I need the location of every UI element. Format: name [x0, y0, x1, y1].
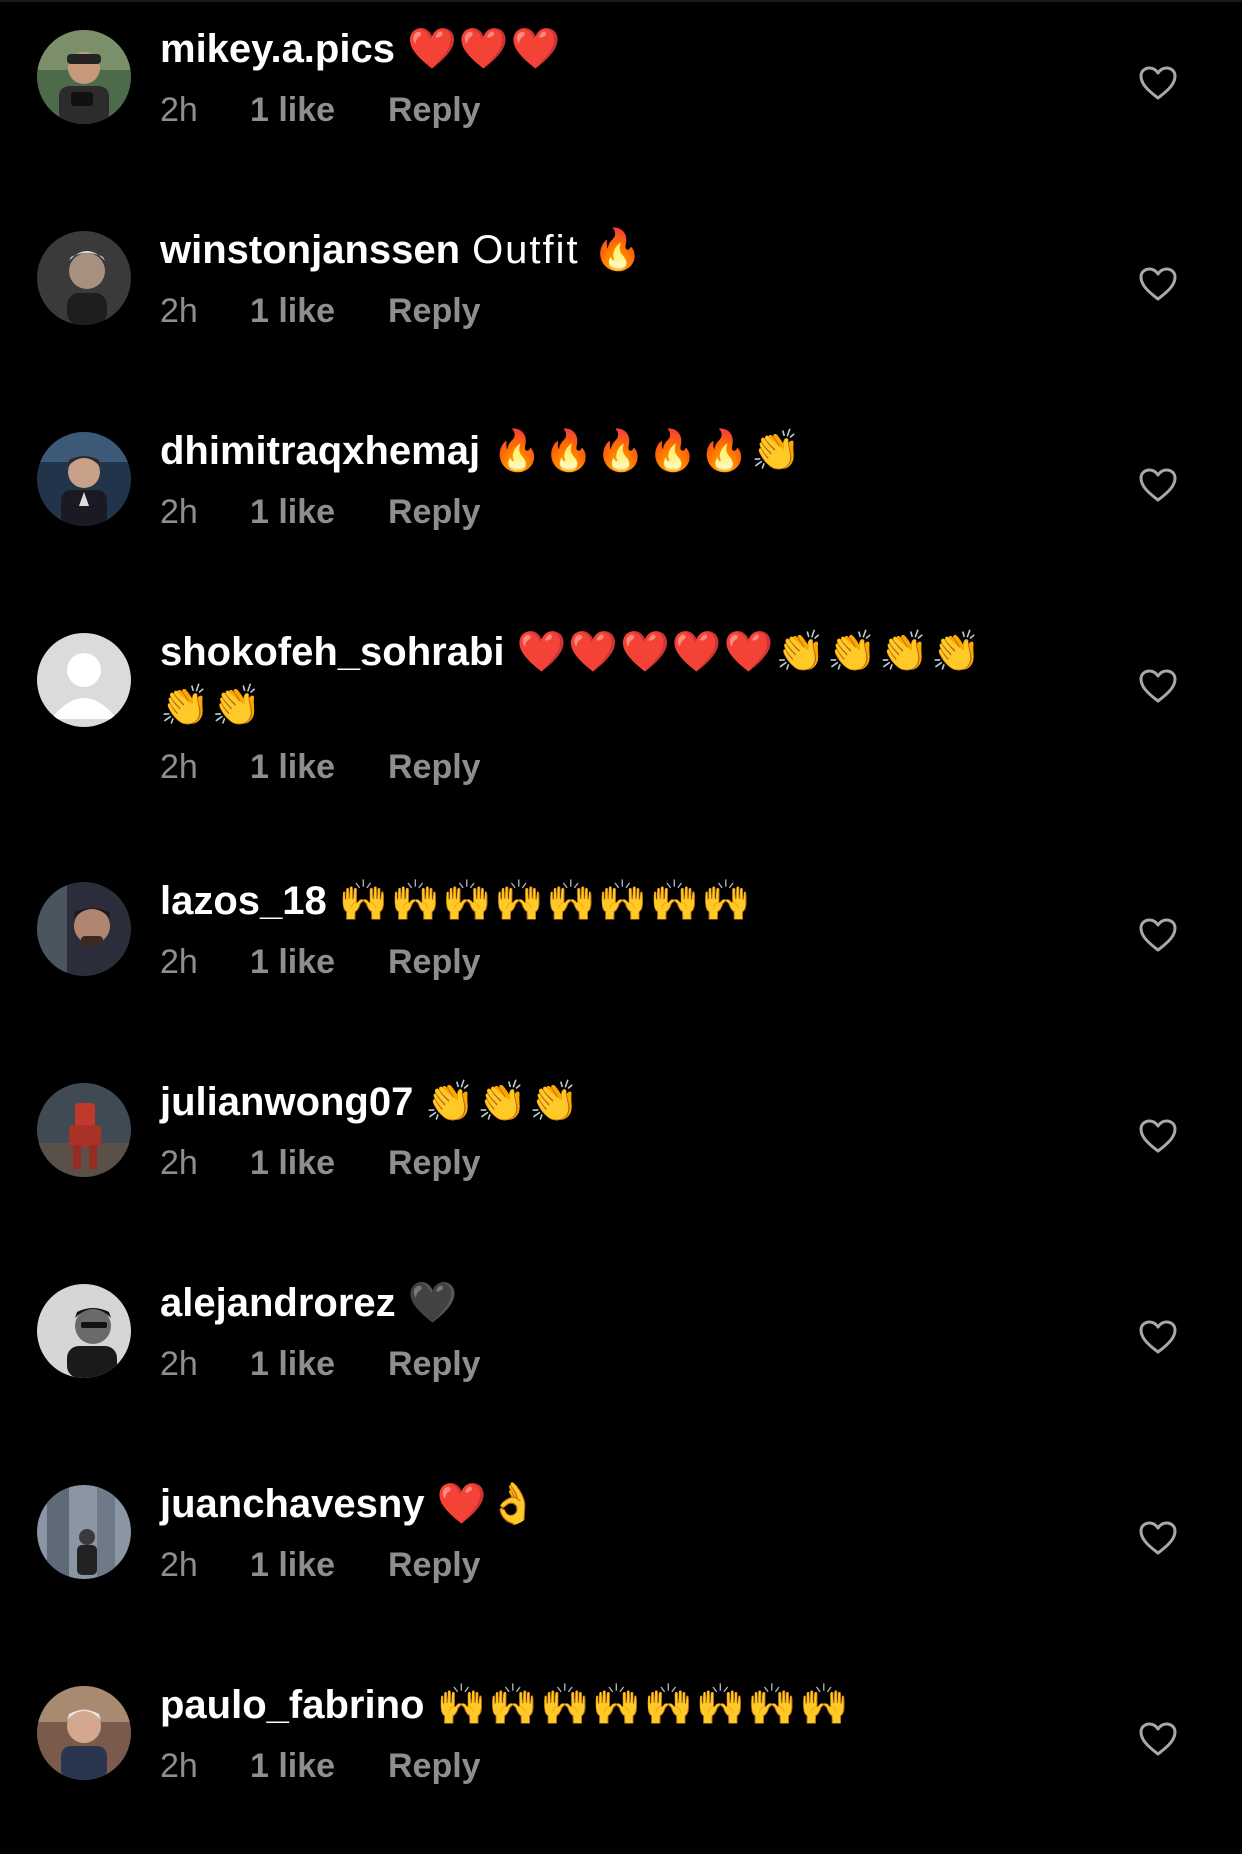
comment-text: 🙌🙌🙌🙌🙌🙌🙌🙌 [436, 1683, 851, 1727]
avatar[interactable] [37, 882, 131, 976]
comment-text-continued: 👏👏 [160, 684, 264, 728]
reply-button[interactable]: Reply [388, 747, 481, 787]
comment-like-count[interactable]: 1 like [250, 1746, 388, 1786]
comment-username[interactable]: alejandrorez [160, 1281, 396, 1325]
comment-timestamp: 2h [160, 493, 198, 531]
heart-outline-icon[interactable] [1138, 1721, 1178, 1757]
comment-username[interactable]: dhimitraqxhemaj [160, 429, 480, 473]
comment-timestamp: 2h [160, 1345, 198, 1383]
comment-text: ❤️❤️❤️❤️❤️👏👏👏👏 [516, 630, 983, 674]
comment-like-count[interactable]: 1 like [250, 1143, 388, 1183]
comment-timestamp: 2h [160, 292, 198, 330]
avatar[interactable] [37, 1284, 131, 1378]
comment-text: ❤️❤️❤️ [406, 27, 563, 71]
comment-like-count[interactable]: 1 like [250, 1545, 388, 1585]
comment-like-count[interactable]: 1 like [250, 1344, 388, 1384]
comment-text: Outfit 🔥 [472, 228, 645, 272]
avatar[interactable] [37, 231, 131, 325]
person-silhouette-icon[interactable] [37, 633, 131, 727]
comment-username[interactable]: juanchavesny [160, 1482, 425, 1526]
comment-timestamp: 2h [160, 748, 198, 786]
comment-timestamp: 2h [160, 91, 198, 129]
comment-text: 🔥🔥🔥🔥🔥👏 [492, 429, 803, 473]
reply-button[interactable]: Reply [388, 1344, 481, 1384]
heart-outline-icon[interactable] [1138, 467, 1178, 503]
comment-like-count[interactable]: 1 like [250, 291, 388, 331]
reply-button[interactable]: Reply [388, 1545, 481, 1585]
comment-text: 🙌🙌🙌🙌🙌🙌🙌🙌 [338, 879, 754, 923]
heart-outline-icon[interactable] [1138, 65, 1178, 101]
comment-like-count[interactable]: 1 like [250, 492, 388, 532]
comment-timestamp: 2h [160, 1144, 198, 1182]
reply-button[interactable]: Reply [388, 1746, 481, 1786]
reply-button[interactable]: Reply [388, 492, 481, 532]
comment-like-count[interactable]: 1 like [250, 942, 388, 982]
avatar[interactable] [37, 1083, 131, 1177]
comment-timestamp: 2h [160, 1546, 198, 1584]
heart-outline-icon[interactable] [1138, 1118, 1178, 1154]
comment-username[interactable]: winstonjanssen [160, 228, 460, 272]
comment-username[interactable]: mikey.a.pics [160, 27, 395, 71]
avatar[interactable] [37, 1686, 131, 1780]
comment-timestamp: 2h [160, 1747, 198, 1785]
reply-button[interactable]: Reply [388, 90, 481, 130]
comment-like-count[interactable]: 1 like [250, 747, 388, 787]
heart-outline-icon[interactable] [1138, 266, 1178, 302]
comment-username[interactable]: julianwong07 [160, 1080, 413, 1124]
comment-timestamp: 2h [160, 943, 198, 981]
avatar[interactable] [37, 1485, 131, 1579]
comment-text: 👏👏👏 [425, 1080, 581, 1124]
comment-username[interactable]: paulo_fabrino [160, 1683, 424, 1727]
reply-button[interactable]: Reply [388, 291, 481, 331]
reply-button[interactable]: Reply [388, 942, 481, 982]
heart-outline-icon[interactable] [1138, 1520, 1178, 1556]
comment-text: ❤️👌 [436, 1482, 541, 1526]
avatar[interactable] [37, 432, 131, 526]
heart-outline-icon[interactable] [1138, 1319, 1178, 1355]
comment-like-count[interactable]: 1 like [250, 90, 388, 130]
avatar[interactable] [37, 30, 131, 124]
comment-text: 🖤 [407, 1281, 460, 1325]
heart-outline-icon[interactable] [1138, 917, 1178, 953]
comment-username[interactable]: shokofeh_sohrabi [160, 630, 505, 674]
comment-list: mikey.a.pics ❤️❤️❤️ 2h 1 like Reply winston… [0, 0, 1242, 1854]
heart-outline-icon[interactable] [1138, 668, 1178, 704]
reply-button[interactable]: Reply [388, 1143, 481, 1183]
comment-username[interactable]: lazos_18 [160, 879, 327, 923]
